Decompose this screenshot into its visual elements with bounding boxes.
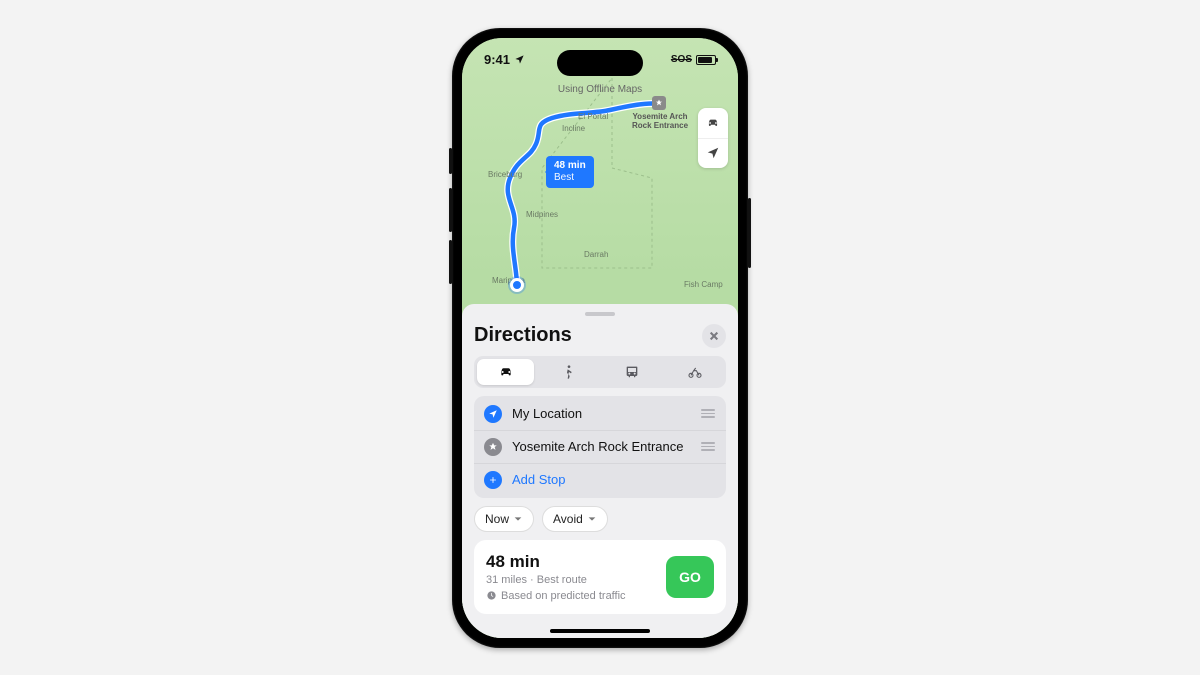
destination-icon: [484, 438, 502, 456]
depart-time-label: Now: [485, 512, 509, 526]
go-label: GO: [679, 569, 701, 585]
sos-indicator: SOS: [671, 54, 692, 65]
add-stop-row[interactable]: Add Stop: [474, 463, 726, 496]
option-chips: Now Avoid: [474, 506, 726, 532]
origin-pin[interactable]: [510, 278, 524, 292]
map-label-briceburg: Briceburg: [488, 170, 522, 179]
sheet-title: Directions: [474, 324, 572, 347]
stop-destination-row[interactable]: Yosemite Arch Rock Entrance: [474, 430, 726, 463]
destination-label: Yosemite Arch Rock Entrance: [632, 112, 688, 130]
volume-down: [449, 240, 452, 284]
stops-list: My Location Yosemite Arch Rock Entrance …: [474, 396, 726, 498]
add-stop-label: Add Stop: [512, 472, 716, 487]
chevron-down-icon: [587, 514, 597, 524]
reorder-handle[interactable]: [700, 409, 716, 418]
close-icon: [709, 331, 719, 341]
mute-switch: [449, 148, 452, 174]
bike-icon: [687, 364, 703, 380]
sheet-grabber[interactable]: [585, 312, 615, 316]
status-time: 9:41: [484, 52, 510, 67]
side-button: [748, 198, 751, 268]
map-label-darrah: Darrah: [584, 250, 608, 259]
map-mode-button[interactable]: [698, 108, 728, 138]
car-icon: [498, 364, 514, 380]
volume-up: [449, 188, 452, 232]
directions-sheet[interactable]: Directions: [462, 304, 738, 638]
phone-frame: 9:41 SOS Using Offline Maps: [452, 28, 748, 648]
dynamic-island: [557, 50, 643, 76]
map-label-elportal: El Portal: [578, 112, 608, 121]
clock-icon: [486, 590, 497, 601]
bus-icon: [624, 364, 640, 380]
walk-icon: [561, 364, 577, 380]
avoid-chip[interactable]: Avoid: [542, 506, 608, 532]
stop-origin-row[interactable]: My Location: [474, 398, 726, 430]
go-button[interactable]: GO: [666, 556, 714, 598]
route-subtitle: 31 miles · Best route: [486, 574, 626, 586]
route-time: 48 min: [486, 552, 626, 572]
stop-destination-label: Yosemite Arch Rock Entrance: [512, 439, 690, 454]
recenter-button[interactable]: [698, 138, 728, 168]
mode-transit[interactable]: [603, 359, 660, 385]
route-badge[interactable]: 48 min Best: [546, 156, 594, 188]
map-label-incline: Incline: [562, 124, 585, 133]
mode-walk[interactable]: [540, 359, 597, 385]
home-indicator[interactable]: [550, 629, 650, 633]
route-badge-sub: Best: [554, 172, 586, 184]
route-note: Based on predicted traffic: [486, 590, 626, 602]
reorder-handle[interactable]: [700, 442, 716, 451]
transport-mode-segmented: [474, 356, 726, 388]
depart-time-chip[interactable]: Now: [474, 506, 534, 532]
add-icon: [484, 471, 502, 489]
stop-origin-label: My Location: [512, 406, 690, 421]
chevron-down-icon: [513, 514, 523, 524]
map-label-fishcamp: Fish Camp: [684, 280, 723, 289]
destination-pin[interactable]: [652, 96, 666, 110]
mode-cycle[interactable]: [666, 359, 723, 385]
close-button[interactable]: [702, 324, 726, 348]
offline-maps-banner: Using Offline Maps: [462, 84, 738, 95]
route-summary-card[interactable]: 48 min 31 miles · Best route Based on pr…: [474, 540, 726, 614]
battery-icon: [696, 55, 716, 65]
route-badge-time: 48 min: [554, 160, 586, 172]
map-label-midpines: Midpines: [526, 210, 558, 219]
map-tool-stack: [698, 108, 728, 168]
mode-drive[interactable]: [477, 359, 534, 385]
my-location-icon: [484, 405, 502, 423]
avoid-label: Avoid: [553, 512, 583, 526]
location-status-icon: [514, 54, 525, 65]
